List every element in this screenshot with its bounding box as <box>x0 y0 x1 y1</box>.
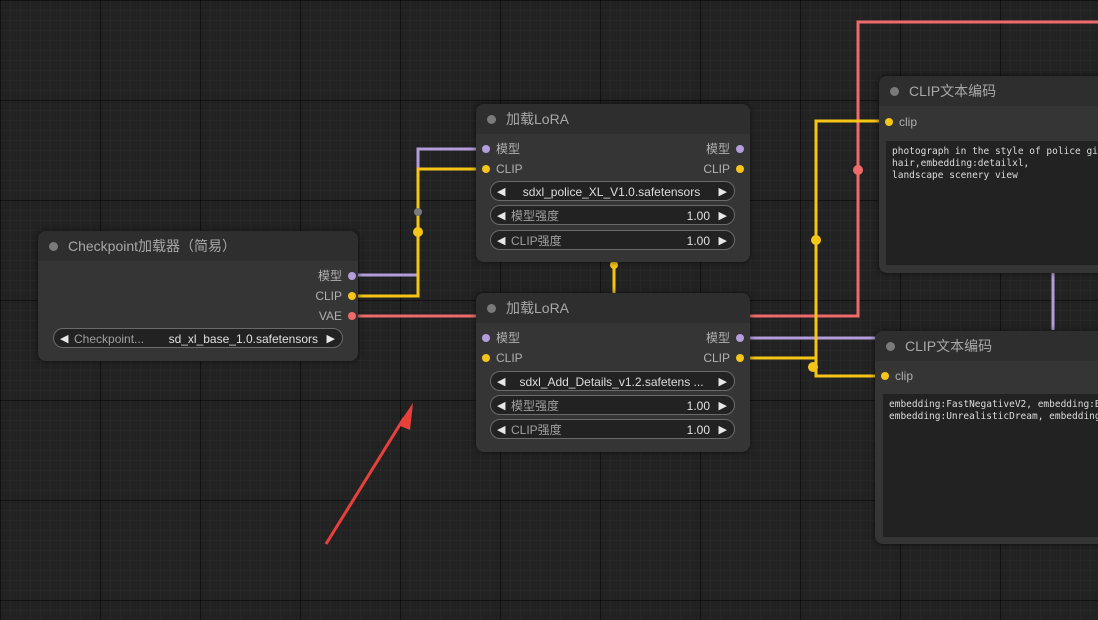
input-model[interactable]: 模型 <box>482 141 520 157</box>
clip-strength-value: 1.00 <box>686 423 710 437</box>
checkpoint-widget-value: sd_xl_base_1.0.safetensors <box>168 332 318 346</box>
input-clip[interactable]: clip <box>885 114 917 130</box>
model-strength-widget[interactable]: ◀ 模型强度 1.00 ▶ <box>490 395 735 415</box>
output-model[interactable]: 模型 <box>706 141 744 157</box>
output-model-dot-icon[interactable] <box>348 272 356 280</box>
clip-strength-label: CLIP强度 <box>511 234 562 248</box>
input-clip-dot-icon[interactable] <box>885 118 893 126</box>
output-clip[interactable]: CLIP <box>315 288 356 304</box>
prompt-textarea[interactable]: embedding:FastNegativeV2, embedding:Ba e… <box>883 394 1098 537</box>
output-clip-dot-icon[interactable] <box>348 292 356 300</box>
lora-name-widget[interactable]: ◀ sdxl_Add_Details_v1.2.safetens ... ▶ <box>490 371 735 391</box>
input-model-dot-icon[interactable] <box>482 334 490 342</box>
input-clip-dot-icon[interactable] <box>482 354 490 362</box>
output-clip-dot-icon[interactable] <box>736 354 744 362</box>
clip-text-encode-node-negative[interactable]: CLIP文本编码 clip embedding:FastNegativeV2, … <box>875 331 1098 544</box>
output-model-label: 模型 <box>705 331 730 345</box>
checkpoint-select-widget[interactable]: ◀ Checkpoint... sd_xl_base_1.0.safetenso… <box>53 328 343 348</box>
increment-arrow-icon[interactable]: ▶ <box>327 329 335 347</box>
collapse-dot-icon[interactable] <box>886 342 895 351</box>
clip-strength-value: 1.00 <box>686 234 710 248</box>
lora-loader-node-2[interactable]: 加载LoRA 模型 CLIP 模型 CLIP ◀ sdxl_Add_Detail… <box>476 293 750 452</box>
output-clip-dot-icon[interactable] <box>736 165 744 173</box>
node-title-bar[interactable]: 加载LoRA <box>476 104 750 134</box>
output-model-dot-icon[interactable] <box>736 145 744 153</box>
input-clip-label: clip <box>899 115 918 129</box>
lora-name-value: sdxl_police_XL_V1.0.safetensors <box>522 185 701 199</box>
increment-arrow-icon[interactable]: ▶ <box>719 182 727 200</box>
output-clip-label: CLIP <box>703 162 730 176</box>
model-strength-value: 1.00 <box>686 399 710 413</box>
increment-arrow-icon[interactable]: ▶ <box>719 420 727 438</box>
output-vae-label: VAE <box>318 309 342 323</box>
clip-encode-pos-title: CLIP文本编码 <box>909 83 997 99</box>
output-model[interactable]: 模型 <box>318 268 356 284</box>
clip-strength-widget[interactable]: ◀ CLIP强度 1.00 ▶ <box>490 419 735 439</box>
node-title-bar[interactable]: CLIP文本编码 <box>875 331 1098 361</box>
input-model-label: 模型 <box>496 331 521 345</box>
input-clip-label: clip <box>895 369 914 383</box>
output-vae[interactable]: VAE <box>319 308 356 324</box>
input-clip[interactable]: clip <box>881 368 913 384</box>
decrement-arrow-icon[interactable]: ◀ <box>497 420 505 438</box>
model-strength-value: 1.00 <box>686 209 710 223</box>
decrement-arrow-icon[interactable]: ◀ <box>60 329 68 347</box>
checkpoint-node-title: Checkpoint加载器（简易） <box>68 238 237 254</box>
checkpoint-widget-label: Checkpoint... <box>74 332 145 346</box>
input-clip-label: CLIP <box>496 351 523 365</box>
model-strength-label: 模型强度 <box>511 399 560 413</box>
output-model-label: 模型 <box>705 142 730 156</box>
increment-arrow-icon[interactable]: ▶ <box>719 231 727 249</box>
decrement-arrow-icon[interactable]: ◀ <box>497 182 505 200</box>
collapse-dot-icon[interactable] <box>487 115 496 124</box>
lora-name-widget[interactable]: ◀ sdxl_police_XL_V1.0.safetensors ▶ <box>490 181 735 201</box>
collapse-dot-icon[interactable] <box>890 87 899 96</box>
lora-loader-node-1[interactable]: 加载LoRA 模型 CLIP 模型 CLIP ◀ sdxl_police_XL_… <box>476 104 750 262</box>
input-model-label: 模型 <box>496 142 521 156</box>
model-strength-label: 模型强度 <box>511 209 560 223</box>
model-strength-widget[interactable]: ◀ 模型强度 1.00 ▶ <box>490 205 735 225</box>
input-clip-label: CLIP <box>496 162 523 176</box>
annotation-arrow <box>324 403 413 545</box>
output-clip[interactable]: CLIP <box>703 350 744 366</box>
input-clip[interactable]: CLIP <box>482 350 523 366</box>
output-vae-dot-icon[interactable] <box>348 312 356 320</box>
output-clip-label: CLIP <box>703 351 730 365</box>
decrement-arrow-icon[interactable]: ◀ <box>497 396 505 414</box>
collapse-dot-icon[interactable] <box>49 242 58 251</box>
clip-strength-widget[interactable]: ◀ CLIP强度 1.00 ▶ <box>490 230 735 250</box>
output-model-label: 模型 <box>317 269 342 283</box>
clip-encode-neg-title: CLIP文本编码 <box>905 338 993 354</box>
input-model[interactable]: 模型 <box>482 330 520 346</box>
clip-strength-label: CLIP强度 <box>511 423 562 437</box>
output-clip-label: CLIP <box>315 289 342 303</box>
increment-arrow-icon[interactable]: ▶ <box>719 206 727 224</box>
increment-arrow-icon[interactable]: ▶ <box>719 372 727 390</box>
decrement-arrow-icon[interactable]: ◀ <box>497 372 505 390</box>
input-clip[interactable]: CLIP <box>482 161 523 177</box>
collapse-dot-icon[interactable] <box>487 304 496 313</box>
node-title-bar[interactable]: 加载LoRA <box>476 293 750 323</box>
lora-name-value: sdxl_Add_Details_v1.2.safetens ... <box>519 375 704 389</box>
decrement-arrow-icon[interactable]: ◀ <box>497 206 505 224</box>
input-clip-dot-icon[interactable] <box>881 372 889 380</box>
output-model[interactable]: 模型 <box>706 330 744 346</box>
node-title-bar[interactable]: Checkpoint加载器（简易） <box>38 231 358 261</box>
output-model-dot-icon[interactable] <box>736 334 744 342</box>
prompt-textarea[interactable]: photograph in the style of police gir ha… <box>886 141 1098 265</box>
output-clip[interactable]: CLIP <box>703 161 744 177</box>
checkpoint-loader-node[interactable]: Checkpoint加载器（简易） 模型 CLIP VAE ◀ Checkpoi… <box>38 231 358 361</box>
node-title-bar[interactable]: CLIP文本编码 <box>879 76 1098 106</box>
decrement-arrow-icon[interactable]: ◀ <box>497 231 505 249</box>
clip-text-encode-node-positive[interactable]: CLIP文本编码 clip photograph in the style of… <box>879 76 1098 273</box>
lora1-title: 加载LoRA <box>506 111 570 127</box>
input-model-dot-icon[interactable] <box>482 145 490 153</box>
increment-arrow-icon[interactable]: ▶ <box>719 396 727 414</box>
link-clip-lora2-neg <box>814 358 884 378</box>
input-clip-dot-icon[interactable] <box>482 165 490 173</box>
lora2-title: 加载LoRA <box>506 300 570 316</box>
